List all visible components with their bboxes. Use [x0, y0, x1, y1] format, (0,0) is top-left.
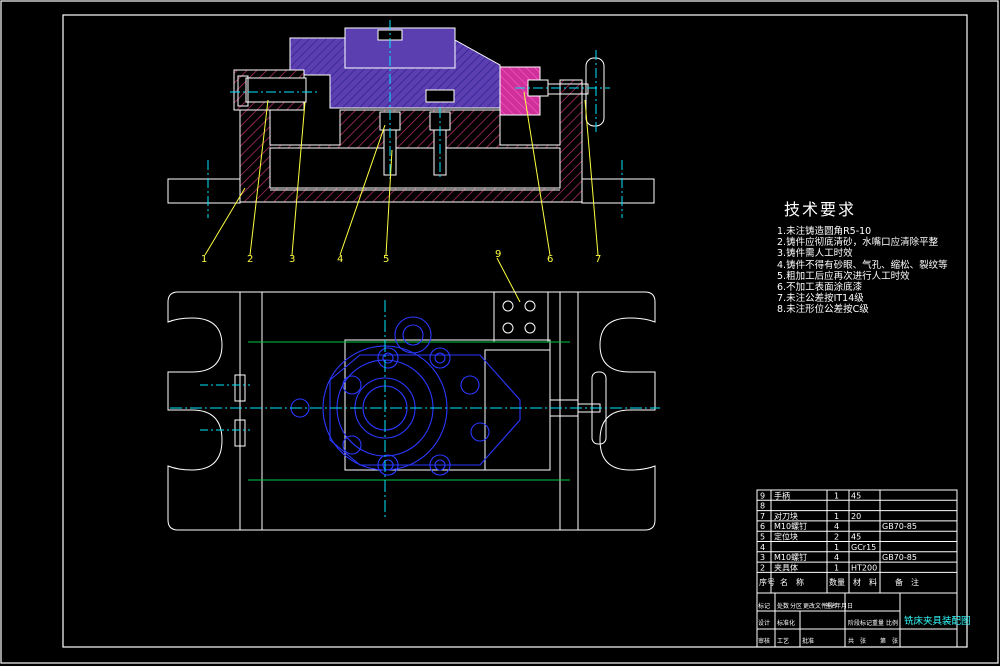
- part-name: 定位块: [774, 532, 798, 542]
- part-material: 45: [851, 533, 861, 542]
- balloon-labels: 1 2 3 4 5 6 7 9: [201, 249, 601, 265]
- part-name: 手柄: [774, 490, 790, 500]
- balloon-3: 3: [289, 254, 295, 265]
- title-block-cell: 重量: [872, 619, 884, 627]
- tech-requirement-item: 7.未注公差按IT14级: [777, 293, 864, 305]
- front-section-view: [167, 20, 655, 218]
- tech-requirement-item: 4.铸件不得有砂眼、气孔、缩松、裂纹等: [777, 259, 948, 271]
- part-material: 45: [851, 491, 861, 500]
- part-material: 20: [851, 512, 861, 521]
- part-qty: 1: [834, 491, 839, 500]
- part-qty: 1: [834, 512, 839, 521]
- plan-view: [167, 291, 660, 531]
- part-no: 8: [760, 502, 765, 511]
- tech-requirement-item: 5.粗加工后应再次进行人工时效: [777, 270, 910, 282]
- tech-requirements-title: 技术要求: [784, 200, 857, 219]
- tech-requirement-item: 6.不加工表面涂底漆: [777, 282, 863, 294]
- part-no: 5: [760, 533, 765, 542]
- part-standard: GB70-85: [882, 522, 917, 531]
- part-qty: 2: [834, 533, 839, 542]
- balloon-1: 1: [201, 254, 207, 265]
- title-block-cell: 阶段标记: [848, 619, 872, 627]
- header-name: 名 称: [780, 577, 804, 587]
- header-qty: 数量: [829, 577, 845, 587]
- drawing-title: 铣床夹具装配图: [904, 615, 971, 627]
- title-block-cell: 处数: [777, 602, 789, 610]
- part-name: 对刀块: [774, 511, 798, 521]
- tech-requirements-list: 1.未注铸造圆角R5-10 2.铸件应彻底清砂，水嘴口应清除平整 3.铸件需人工…: [777, 226, 948, 316]
- title-block-cell: 审核: [758, 637, 770, 645]
- part-name: M10螺钉: [774, 521, 807, 531]
- part-no: 4: [760, 543, 765, 552]
- part-qty: 4: [834, 522, 839, 531]
- tech-requirement-item: 3.铸件需人工时效: [777, 248, 853, 260]
- part-name: 夹具体: [774, 562, 798, 572]
- part-material: HT200: [851, 563, 877, 572]
- balloon-7: 7: [595, 254, 601, 265]
- balloon-5: 5: [383, 254, 389, 265]
- tech-requirement-item: 2.铸件应彻底清砂，水嘴口应清除平整: [777, 237, 939, 249]
- title-block-cell: 设计: [758, 619, 770, 627]
- part-qty: 1: [834, 563, 839, 572]
- balloon-9: 9: [495, 249, 501, 260]
- balloon-2: 2: [247, 254, 253, 265]
- part-qty: 4: [834, 553, 839, 562]
- part-material: GCr15: [851, 543, 876, 552]
- part-no: 2: [760, 563, 765, 572]
- title-block-cell: 标准化: [777, 619, 795, 627]
- title-block-cell: 批准: [802, 637, 814, 645]
- title-block-cell: 第 张: [880, 637, 898, 645]
- part-no: 6: [760, 522, 765, 531]
- title-block-cell: 分区: [790, 602, 802, 610]
- header-remark: 备 注: [895, 577, 919, 587]
- part-qty: 1: [834, 543, 839, 552]
- part-name: M10螺钉: [774, 552, 807, 562]
- part-no: 3: [760, 553, 765, 562]
- part-no: 7: [760, 512, 765, 521]
- title-block-cell: 工艺: [777, 637, 789, 645]
- title-block-cell: 年月日: [835, 602, 853, 610]
- title-block-cell: 共 张: [848, 637, 866, 645]
- title-block-cell: 比例: [886, 619, 898, 627]
- header-no: 序号: [759, 577, 775, 587]
- part-no: 9: [760, 491, 765, 500]
- balloon-6: 6: [547, 254, 553, 265]
- balloon-4: 4: [337, 254, 343, 265]
- header-material: 材 料: [853, 577, 877, 587]
- assembly-drawing: 1 2 3 4 5 6 7 9 9 手柄 1 4587 对刀块 1 206 M1…: [0, 0, 999, 664]
- tech-requirement-item: 8.未注形位公差按C级: [777, 304, 869, 316]
- title-block-cell: 标记: [758, 602, 770, 610]
- part-standard: GB70-85: [882, 553, 917, 562]
- tech-requirement-item: 1.未注铸造圆角R5-10: [777, 226, 872, 237]
- title-block-cells: 标记 处数 分区 更改文件号签名年月日设计 标准化 阶段标记 重量 比例审核 工艺 批准共 张第 …: [758, 602, 898, 645]
